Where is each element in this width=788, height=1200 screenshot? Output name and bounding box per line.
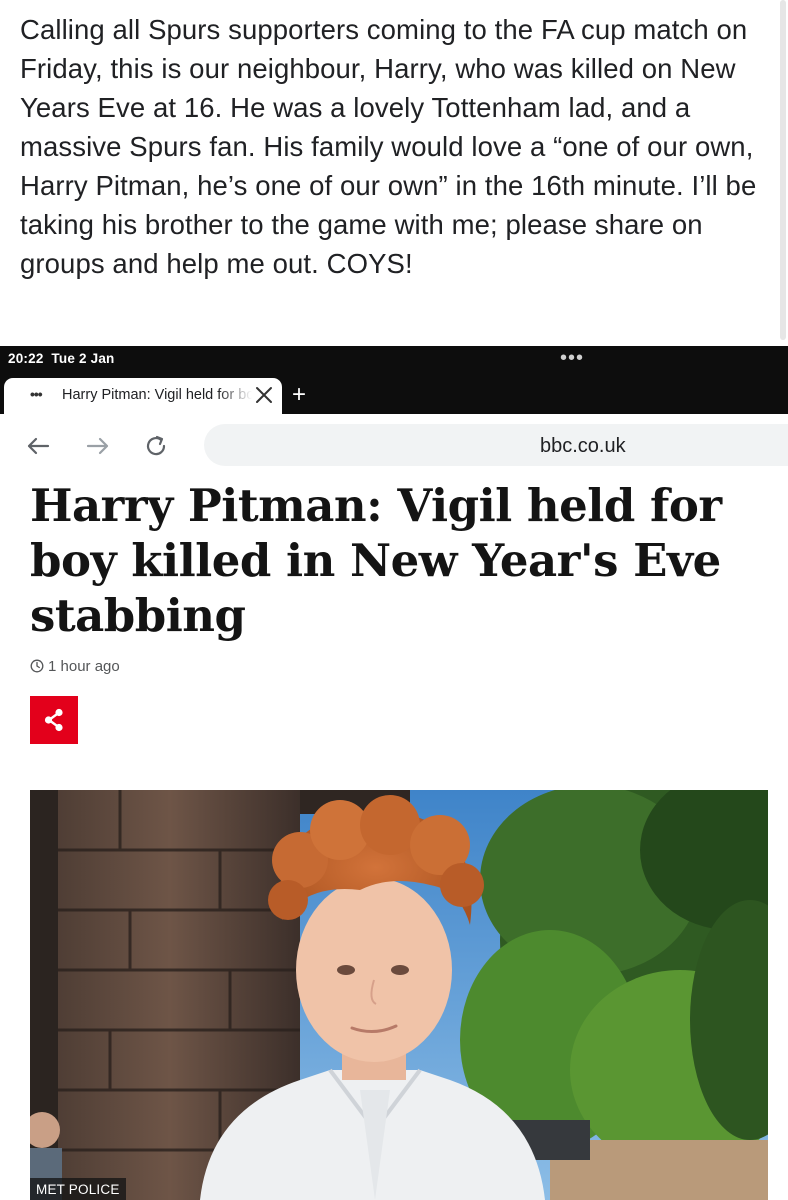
reload-icon[interactable] bbox=[140, 430, 172, 462]
share-icon bbox=[44, 708, 63, 732]
close-icon[interactable] bbox=[252, 383, 276, 407]
article-photo: MET POLICE bbox=[30, 790, 768, 1200]
url-text: bbc.co.uk bbox=[540, 435, 626, 457]
back-arrow-icon[interactable] bbox=[22, 430, 54, 462]
tab-bar: ••• Harry Pitman: Vigil held for boy kil… bbox=[0, 378, 788, 414]
photo-illustration bbox=[30, 790, 768, 1200]
browser-tab[interactable]: ••• Harry Pitman: Vigil held for boy kil… bbox=[4, 378, 282, 414]
status-time: 20:22 Tue 2 Jan bbox=[8, 351, 115, 366]
tab-title: Harry Pitman: Vigil held for boy killed bbox=[62, 387, 252, 403]
browser-screenshot: 20:22 Tue 2 Jan ••• ••• Harry Pitman: Vi… bbox=[0, 346, 788, 1200]
social-post: Calling all Spurs supporters coming to t… bbox=[0, 0, 788, 346]
navigation-bar: bbc.co.uk bbox=[0, 414, 788, 476]
share-button[interactable] bbox=[30, 696, 78, 744]
article: Harry Pitman: Vigil held for boy killed … bbox=[0, 476, 788, 1200]
article-timestamp: 1 hour ago bbox=[30, 658, 120, 675]
forward-arrow-icon[interactable] bbox=[82, 430, 114, 462]
tab-favicon-icon: ••• bbox=[30, 386, 43, 402]
timestamp-text: 1 hour ago bbox=[48, 658, 120, 675]
clock-icon bbox=[30, 659, 44, 673]
article-headline: Harry Pitman: Vigil held for boy killed … bbox=[30, 479, 722, 642]
more-dots-icon[interactable]: ••• bbox=[560, 347, 584, 370]
scrollbar[interactable] bbox=[780, 0, 786, 340]
status-bar: 20:22 Tue 2 Jan ••• bbox=[0, 346, 788, 378]
post-text: Calling all Spurs supporters coming to t… bbox=[20, 14, 757, 279]
image-credit: MET POLICE bbox=[30, 1178, 126, 1200]
new-tab-button[interactable]: + bbox=[292, 381, 306, 409]
address-bar[interactable]: bbc.co.uk bbox=[204, 424, 788, 466]
